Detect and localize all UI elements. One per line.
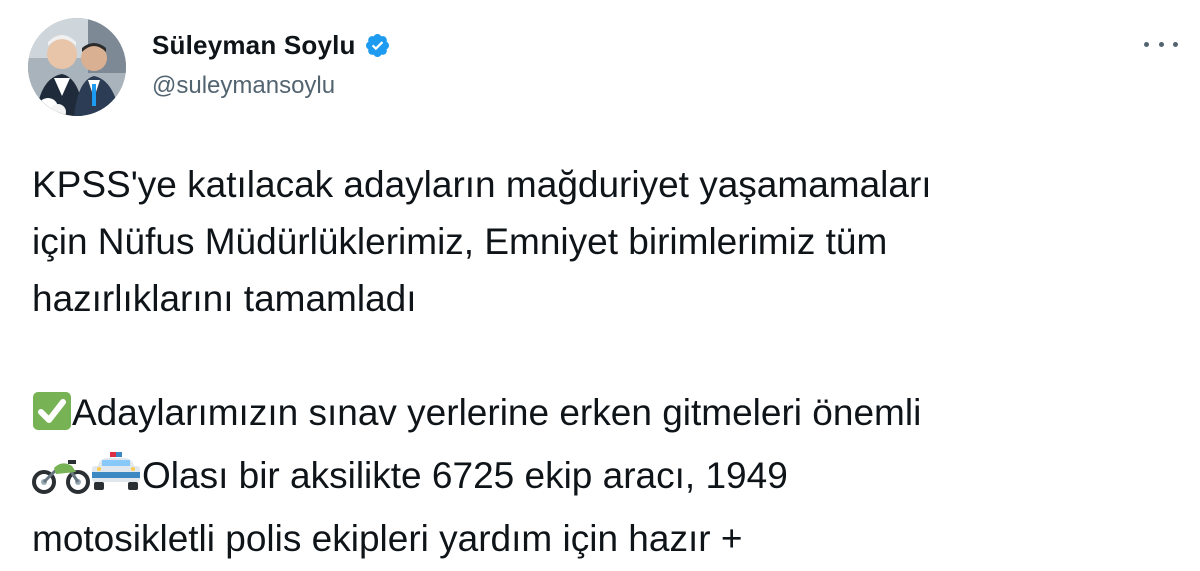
check-mark-button-emoji-icon — [32, 390, 72, 447]
avatar-photo — [28, 18, 126, 116]
avatar[interactable] — [28, 18, 126, 116]
more-dot — [1144, 41, 1149, 47]
tweet-paragraph-2: Adaylarımızın sınav yerlerine erken gitm… — [32, 384, 1172, 567]
tweet-line-text: Olası bir aksilikte 6725 ekip aracı, 194… — [142, 455, 788, 496]
tweet-card: Süleyman Soylu @suleymansoylu KPSS'ye ka… — [0, 0, 1200, 571]
police-car-emoji-icon — [90, 450, 142, 510]
author-display-name[interactable]: Süleyman Soylu — [152, 30, 356, 61]
tweet-line: KPSS'ye katılacak adayların mağduriyet y… — [32, 164, 932, 205]
tweet-line: için Nüfus Müdürlüklerimiz, Emniyet biri… — [32, 221, 888, 262]
tweet-line: Olası bir aksilikte 6725 ekip aracı, 194… — [32, 447, 1172, 510]
more-options-icon[interactable] — [1144, 34, 1178, 54]
motorcycle-emoji-icon — [32, 453, 90, 510]
tweet-paragraph-1: KPSS'ye katılacak adayların mağduriyet y… — [32, 156, 1172, 327]
author-handle[interactable]: @suleymansoylu — [152, 72, 391, 100]
tweet-line-text: Adaylarımızın sınav yerlerine erken gitm… — [72, 392, 922, 433]
tweet-line: Adaylarımızın sınav yerlerine erken gitm… — [32, 384, 1172, 447]
tweet-line: motosikletli polis ekipleri yardım için … — [32, 518, 743, 559]
verified-badge-icon — [364, 32, 391, 59]
tweet-line: hazırlıklarını tamamladı — [32, 278, 417, 319]
author-name-row: Süleyman Soylu — [152, 28, 391, 62]
more-dot — [1173, 41, 1178, 47]
more-dot — [1158, 41, 1164, 47]
author-info: Süleyman Soylu @suleymansoylu — [152, 28, 391, 100]
tweet-text: KPSS'ye katılacak adayların mağduriyet y… — [32, 156, 1172, 567]
